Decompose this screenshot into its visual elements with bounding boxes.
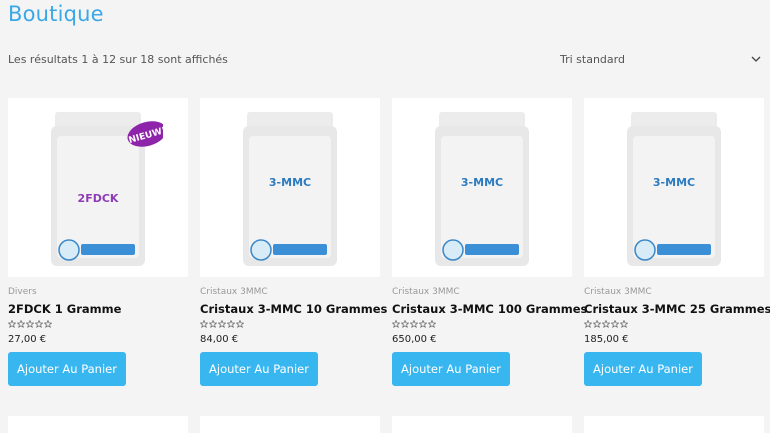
next-row-product-card [584, 416, 764, 433]
product-image[interactable]: 3-MMC [200, 98, 380, 277]
pack-label: 3-MMC [461, 176, 503, 189]
product-price: 27,00 € [8, 334, 47, 345]
star-outline-icon [584, 320, 592, 328]
product-pack-image: 3-MMC [627, 111, 721, 266]
sort-dropdown[interactable]: Tri standard [560, 50, 765, 68]
next-row-product-card [8, 416, 188, 433]
star-outline-icon [200, 320, 208, 328]
star-rating [584, 320, 764, 330]
next-row-product-card [392, 416, 572, 433]
star-outline-icon [209, 320, 217, 328]
next-row-product-card [200, 416, 380, 433]
add-to-cart-button[interactable]: Ajouter Au Panier [584, 352, 702, 386]
star-outline-icon [611, 320, 619, 328]
star-rating [200, 320, 380, 330]
star-outline-icon [419, 320, 427, 328]
product-card: 2FDCK NIEUW! Divers 2FDCK 1 Gramme 27,00… [8, 98, 188, 386]
product-title[interactable]: 2FDCK 1 Gramme [8, 302, 188, 316]
product-title[interactable]: Cristaux 3-MMC 25 Grammes [584, 302, 770, 316]
add-to-cart-button[interactable]: Ajouter Au Panier [200, 352, 318, 386]
star-outline-icon [392, 320, 400, 328]
product-image[interactable]: 3-MMC [392, 98, 572, 277]
page-title: Boutique [8, 2, 104, 26]
chevron-down-icon [751, 56, 761, 62]
product-pack-image: 2FDCK NIEUW! [51, 111, 163, 266]
product-category[interactable]: Cristaux 3MMC [584, 287, 764, 297]
star-outline-icon [35, 320, 43, 328]
product-card: 3-MMC Cristaux 3MMC Cristaux 3-MMC 100 G… [392, 98, 587, 386]
pack-label: 3-MMC [269, 176, 311, 189]
product-price: 84,00 € [200, 334, 239, 345]
sort-label: Tri standard [560, 52, 625, 66]
star-rating [8, 320, 188, 330]
star-outline-icon [17, 320, 25, 328]
product-price: 185,00 € [584, 334, 629, 345]
star-outline-icon [227, 320, 235, 328]
pack-label: 2FDCK [78, 192, 119, 205]
star-outline-icon [593, 320, 601, 328]
star-outline-icon [8, 320, 16, 328]
pack-label: 3-MMC [653, 176, 695, 189]
star-outline-icon [236, 320, 244, 328]
product-price: 650,00 € [392, 334, 437, 345]
product-image[interactable]: 3-MMC [584, 98, 764, 277]
add-to-cart-button[interactable]: Ajouter Au Panier [8, 352, 126, 386]
star-outline-icon [44, 320, 52, 328]
star-outline-icon [428, 320, 436, 328]
product-category[interactable]: Cristaux 3MMC [200, 287, 380, 297]
product-title[interactable]: Cristaux 3-MMC 100 Grammes [392, 302, 587, 316]
add-to-cart-button[interactable]: Ajouter Au Panier [392, 352, 510, 386]
product-pack-image: 3-MMC [243, 111, 337, 266]
product-card: 3-MMC Cristaux 3MMC Cristaux 3-MMC 10 Gr… [200, 98, 387, 386]
product-pack-image: 3-MMC [435, 111, 529, 266]
star-outline-icon [620, 320, 628, 328]
star-outline-icon [602, 320, 610, 328]
product-category[interactable]: Cristaux 3MMC [392, 287, 572, 297]
star-outline-icon [410, 320, 418, 328]
star-outline-icon [26, 320, 34, 328]
product-category[interactable]: Divers [8, 287, 188, 297]
product-title[interactable]: Cristaux 3-MMC 10 Grammes [200, 302, 387, 316]
result-count: Les résultats 1 à 12 sur 18 sont affiché… [8, 53, 228, 66]
product-image[interactable]: 2FDCK NIEUW! [8, 98, 188, 277]
star-outline-icon [218, 320, 226, 328]
star-rating [392, 320, 572, 330]
star-outline-icon [401, 320, 409, 328]
product-card: 3-MMC Cristaux 3MMC Cristaux 3-MMC 25 Gr… [584, 98, 770, 386]
